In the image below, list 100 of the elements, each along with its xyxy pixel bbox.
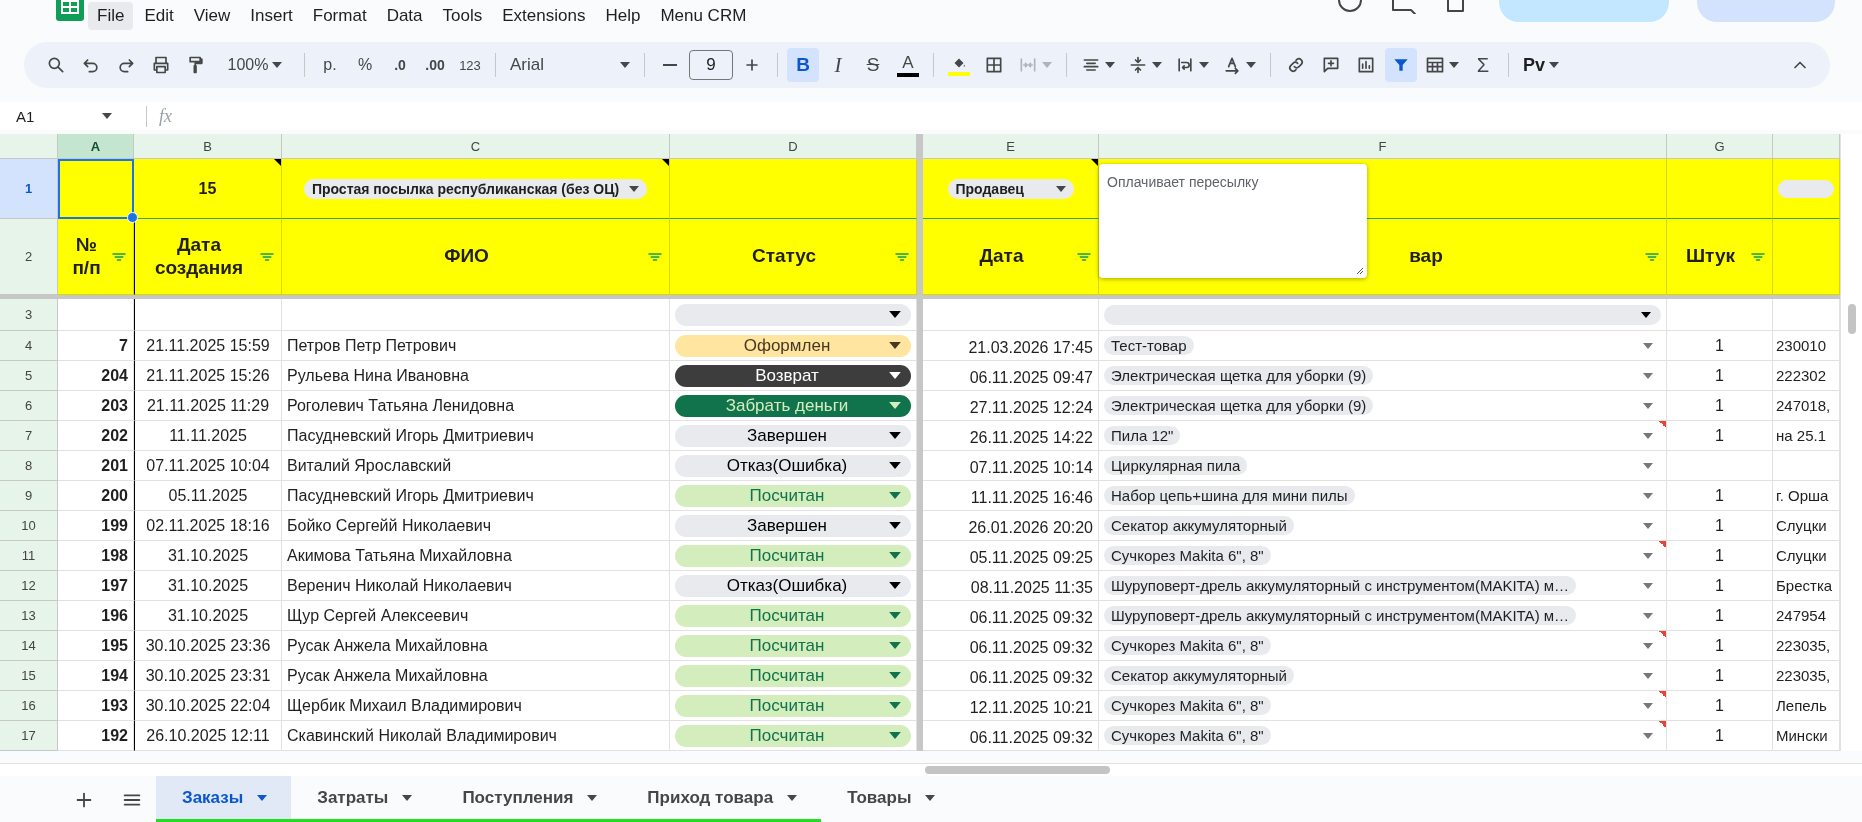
product-chip[interactable]: Сучкорез Makita 6", 8" [1104,546,1271,565]
column-header[interactable]: D [670,134,917,159]
sheet-tab[interactable]: Приход товара [621,776,822,822]
column-header[interactable]: A [58,134,134,159]
status-dropdown[interactable]: Посчитан [675,694,911,717]
column-header[interactable]: C [282,134,670,159]
product-chip[interactable]: Шуруповерт-дрель аккумуляторный с инструментом(MAKITA) м… [1104,606,1577,625]
menu-item[interactable]: Insert [241,2,302,30]
scrollbar-thumb[interactable] [1848,304,1856,334]
column-header[interactable]: F [1099,134,1667,159]
strikethrough-button[interactable]: S [857,48,889,82]
increase-decimals-button[interactable]: .00 [419,48,451,82]
dropdown-chip[interactable]: Простая посылка республиканская (без ОЦ) [303,178,648,199]
functions-button[interactable]: Σ [1467,48,1499,82]
row-header[interactable]: 5 [0,361,58,391]
menu-item[interactable]: Menu CRM [651,2,756,30]
product-chip[interactable]: Циркулярная пила [1104,456,1248,475]
table-cell: 200 [101,486,128,505]
caret-icon [1643,522,1653,529]
table-cell: 196 [101,606,128,625]
status-dropdown[interactable]: Завершен [675,424,911,447]
font-dropdown[interactable]: Arial [505,48,635,82]
product-chip[interactable]: Сучкорез Makita 6", 8" [1104,636,1271,655]
row-header[interactable]: 11 [0,541,58,571]
italic-button[interactable]: I [822,48,854,82]
column-header[interactable]: E [923,134,1099,159]
status-dropdown[interactable]: Посчитан [675,484,911,507]
status-dropdown[interactable]: Забрать деньги [675,394,911,417]
menu-item[interactable]: Format [303,2,376,30]
sheet-tab[interactable]: Товары [821,776,960,822]
product-chip[interactable]: Набор цепь+шина для мини пилы [1104,486,1355,505]
percent-button[interactable]: % [349,48,381,82]
row-header[interactable]: 16 [0,691,58,721]
number-format-button[interactable]: 123 [454,48,486,82]
row-header[interactable]: 3 [0,299,58,331]
sheet-tab[interactable]: Поступления [436,776,622,822]
dropdown-chip[interactable]: Продавец [947,178,1074,199]
table-cell: 1 [1715,396,1724,415]
font-size-field[interactable]: 9 [689,50,733,80]
menu-item[interactable]: Help [596,2,650,30]
status-dropdown[interactable]: Посчитан [675,604,911,627]
row-header[interactable]: 10 [0,511,58,541]
status-dropdown[interactable]: Отказ(Ошибка) [675,574,911,597]
row-header[interactable]: 1 [0,159,58,219]
table-cell: Щур Сергей Алексеевич [287,606,469,625]
status-dropdown[interactable]: Оформлен [675,334,911,357]
column-title: ФИО [443,245,490,268]
filter-button[interactable] [1385,48,1417,82]
product-chip[interactable]: Шуруповерт-дрель аккумуляторный с инструментом(MAKITA) м… [1104,576,1577,595]
row-header[interactable]: 7 [0,421,58,451]
status-dropdown[interactable]: Посчитан [675,664,911,687]
bold-button[interactable]: B [787,48,819,82]
caret-icon [1643,732,1653,739]
sheet-tab[interactable]: Заказы [156,776,292,822]
caret-icon [1643,642,1653,649]
column-header[interactable]: B [134,134,282,159]
table-cell: Слуцки [1776,547,1827,564]
currency-button[interactable]: р. [314,48,346,82]
row-header[interactable]: 15 [0,661,58,691]
zoom-dropdown[interactable]: 100% [215,48,295,82]
product-chip[interactable]: Электрическая щетка для уборки (9) [1104,396,1374,415]
menu-item[interactable]: Edit [135,2,183,30]
row-header[interactable]: 17 [0,721,58,751]
sheet-tab[interactable]: Затраты [291,776,437,822]
row-header[interactable]: 9 [0,481,58,511]
status-dropdown[interactable]: Возврат [675,364,911,387]
product-chip[interactable]: Сучкорез Makita 6", 8" [1104,726,1271,745]
caret-icon [1643,402,1653,409]
decrease-decimals-button[interactable]: .0 [384,48,416,82]
table-cell: 06.11.2025 09:32 [969,609,1093,627]
status-dropdown[interactable]: Посчитан [675,544,911,567]
product-chip[interactable]: Пила 12" [1104,426,1181,445]
product-chip[interactable]: Сучкорез Makita 6", 8" [1104,696,1271,715]
menu-item[interactable]: Extensions [493,2,595,30]
menu-item[interactable]: File [88,2,134,30]
caret-icon [889,311,901,318]
cell-reference[interactable]: A1 [16,107,35,125]
text-color-button[interactable]: A [892,48,924,82]
status-dropdown[interactable]: Посчитан [675,724,911,747]
row-header[interactable]: 12 [0,571,58,601]
product-chip[interactable]: Электрическая щетка для уборки (9) [1104,366,1374,385]
product-chip[interactable]: Секатор аккумуляторный [1104,516,1294,535]
menu-item[interactable]: Data [377,2,432,30]
scrollbar-thumb[interactable] [925,766,1110,774]
row-header[interactable]: 14 [0,631,58,661]
status-dropdown[interactable]: Посчитан [675,634,911,657]
row-header[interactable]: 4 [0,331,58,361]
menu-item[interactable]: Tools [433,2,492,30]
row-header[interactable]: 2 [0,219,58,295]
addon-button[interactable]: Pv [1518,48,1565,82]
caret-icon [257,794,268,801]
product-chip[interactable]: Тест-товар [1104,336,1194,355]
status-dropdown[interactable]: Завершен [675,514,911,537]
row-header[interactable]: 13 [0,601,58,631]
menu-item[interactable]: View [184,2,240,30]
product-chip[interactable]: Секатор аккумуляторный [1104,666,1294,685]
column-header[interactable]: G [1667,134,1773,159]
row-header[interactable]: 6 [0,391,58,421]
status-dropdown[interactable]: Отказ(Ошибка) [675,454,911,477]
row-header[interactable]: 8 [0,451,58,481]
